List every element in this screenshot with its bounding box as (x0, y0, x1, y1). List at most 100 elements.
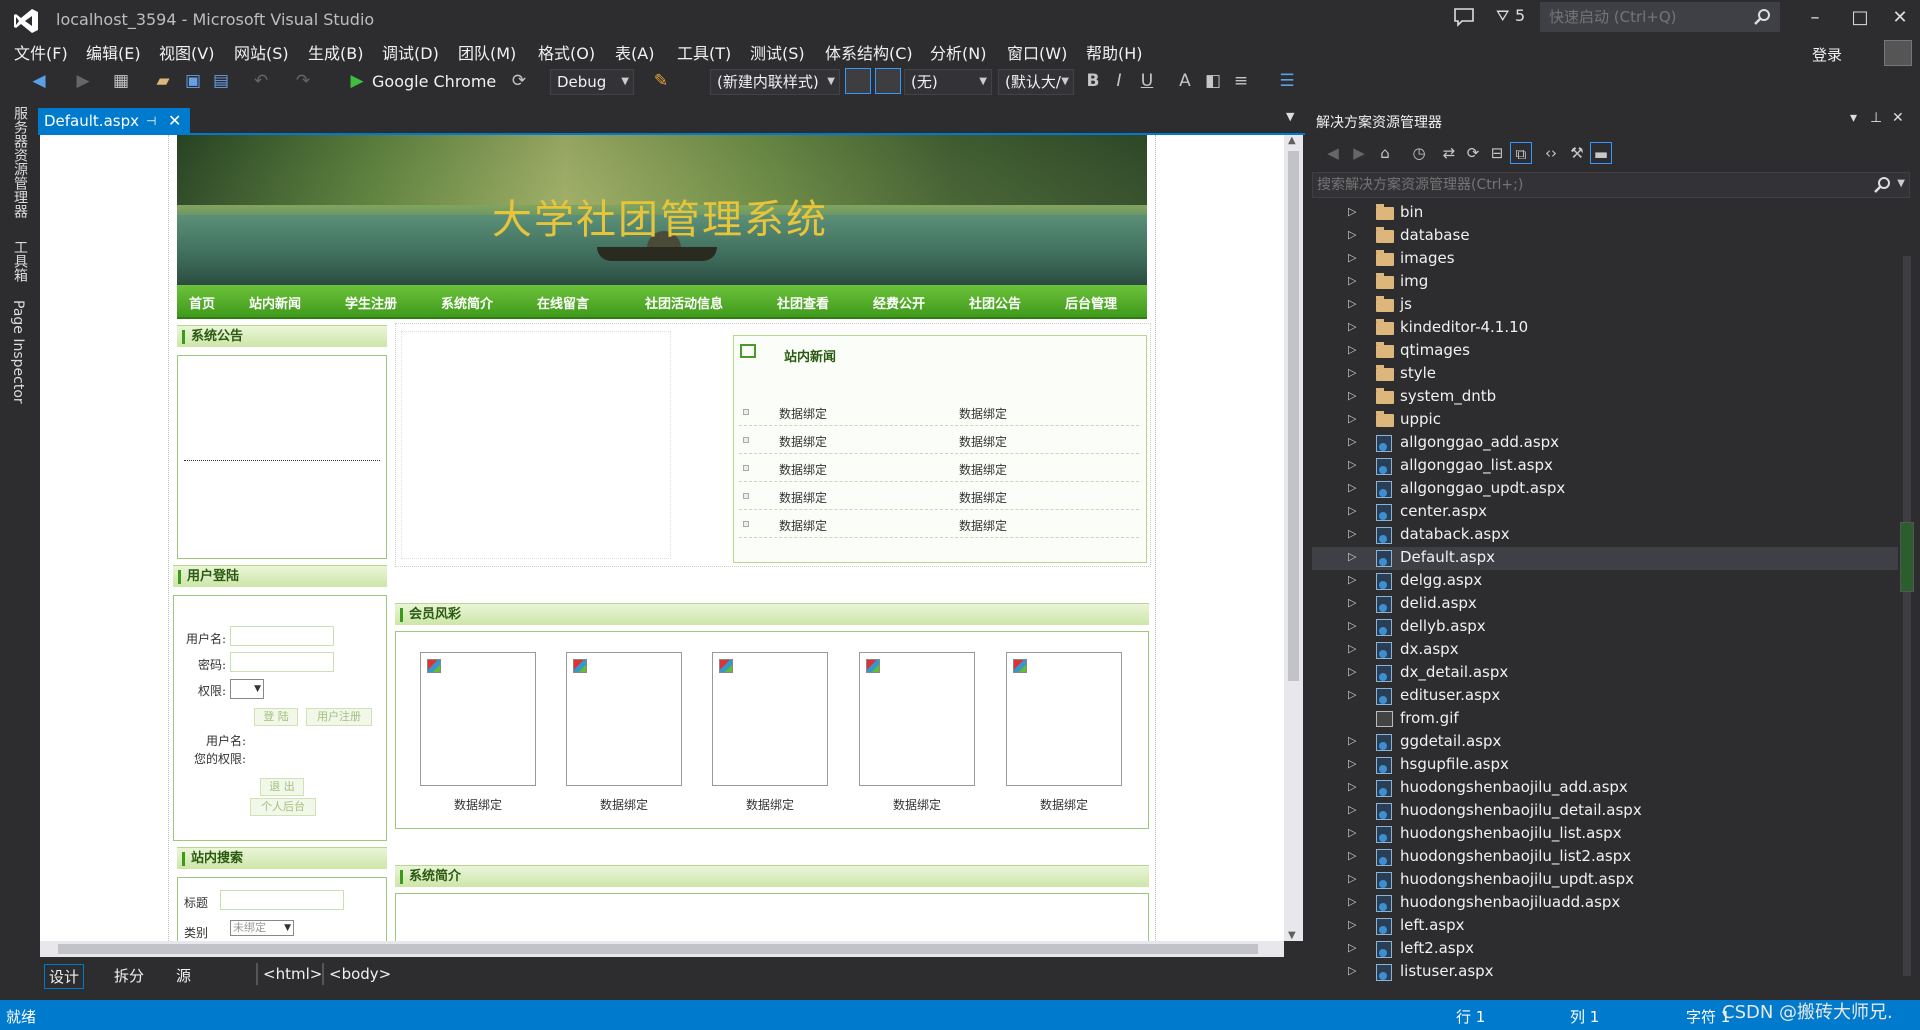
expand-arrow-icon[interactable]: ▷ (1348, 343, 1356, 356)
sign-in-link[interactable]: 登录 (1812, 44, 1842, 65)
design-view-tab[interactable]: 设计 (44, 964, 85, 989)
document-list-dropdown-icon[interactable]: ▼ (1286, 110, 1294, 123)
save-icon[interactable]: ▣ (182, 70, 204, 92)
back-icon[interactable]: ◀ (1322, 142, 1344, 164)
nav-activities[interactable]: 社团活动信息 (645, 293, 723, 312)
solution-item[interactable]: ▷ images (1312, 248, 1898, 271)
solution-item[interactable]: ▷ js (1312, 294, 1898, 317)
search-icon[interactable] (1753, 8, 1771, 26)
solution-search-input[interactable] (1313, 173, 1853, 197)
expand-arrow-icon[interactable]: ▷ (1348, 481, 1356, 494)
feedback-icon[interactable] (1452, 6, 1476, 28)
solution-item[interactable]: ▷ system_dntb (1312, 386, 1898, 409)
nav-admin[interactable]: 后台管理 (1065, 293, 1117, 312)
expand-arrow-icon[interactable]: ▷ (1348, 274, 1356, 287)
expand-arrow-icon[interactable]: ▷ (1348, 297, 1356, 310)
solution-item[interactable]: ▷ hsgupfile.aspx (1312, 754, 1898, 777)
solution-item[interactable]: ▷ huodongshenbaojilu_updt.aspx (1312, 869, 1898, 892)
refresh-browser-icon[interactable]: ⟳ (508, 70, 530, 92)
menu-window[interactable]: 窗口(W) (1007, 40, 1067, 64)
expand-arrow-icon[interactable]: ▷ (1348, 504, 1356, 517)
design-surface[interactable]: 大学社团管理系统 首页 站内新闻 学生注册 系统简介 在线留言 社团活动信息 社… (40, 135, 1284, 941)
user-avatar-icon[interactable] (1884, 40, 1912, 66)
background-color-icon[interactable]: ◧ (1202, 70, 1224, 92)
register-button[interactable]: 用户注册 (306, 708, 372, 726)
breadcrumb-body[interactable]: <body> (322, 963, 396, 985)
solution-item[interactable]: ▷ huodongshenbaojilu_add.aspx (1312, 777, 1898, 800)
expand-arrow-icon[interactable]: ▷ (1348, 780, 1356, 793)
expand-arrow-icon[interactable]: ▷ (1348, 550, 1356, 563)
collapse-all-icon[interactable]: ⊟ (1486, 142, 1508, 164)
solution-item[interactable]: ▷ dellyb.aspx (1312, 616, 1898, 639)
solution-item[interactable]: ▷ huodongshenbaojiluadd.aspx (1312, 892, 1898, 915)
expand-arrow-icon[interactable]: ▷ (1348, 849, 1356, 862)
expand-arrow-icon[interactable]: ▷ (1348, 527, 1356, 540)
menu-debug[interactable]: 调试(D) (382, 40, 439, 64)
solution-item[interactable]: ▷ dx.aspx (1312, 639, 1898, 662)
expand-arrow-icon[interactable]: ▷ (1348, 688, 1356, 701)
start-debugging-icon[interactable]: ▶ (346, 70, 368, 92)
solution-item[interactable]: ▷ bin (1312, 202, 1898, 225)
menu-file[interactable]: 文件(F) (14, 40, 68, 64)
menu-tools[interactable]: 工具(T) (677, 40, 731, 64)
member-caption[interactable]: 数据绑定 (859, 796, 975, 813)
solution-item[interactable]: ▷ style (1312, 363, 1898, 386)
search-title-input[interactable] (220, 890, 344, 910)
expand-arrow-icon[interactable]: ▷ (1348, 205, 1356, 218)
search-icon[interactable] (1873, 176, 1891, 194)
expand-arrow-icon[interactable]: ▷ (1348, 734, 1356, 747)
nav-guestbook[interactable]: 在线留言 (537, 293, 589, 312)
personal-backend-button[interactable]: 个人后台 (250, 798, 316, 816)
open-file-icon[interactable]: ▰ (152, 70, 174, 92)
solution-item[interactable]: ▷ edituser.aspx (1312, 685, 1898, 708)
undo-icon[interactable]: ↶ (250, 70, 272, 92)
nav-intro[interactable]: 系统简介 (441, 293, 493, 312)
breadcrumb-html[interactable]: <html> (256, 963, 327, 985)
block-selection-toggle[interactable] (845, 68, 871, 94)
solution-item[interactable]: ▷ left.aspx (1312, 915, 1898, 938)
forward-icon[interactable]: ▶ (72, 70, 94, 92)
auto-hide-pin-icon[interactable]: ⊥ (1870, 110, 1882, 126)
expand-arrow-icon[interactable]: ▷ (1348, 918, 1356, 931)
member-photo[interactable] (566, 652, 682, 786)
nav-news[interactable]: 站内新闻 (249, 293, 301, 312)
solution-item[interactable]: ▷ allgonggao_updt.aspx (1312, 478, 1898, 501)
menu-website[interactable]: 网站(S) (234, 40, 289, 64)
panel-options-icon[interactable]: ▾ (1850, 110, 1857, 126)
menu-help[interactable]: 帮助(H) (1086, 40, 1143, 64)
expand-arrow-icon[interactable]: ▷ (1348, 412, 1356, 425)
source-view-tab[interactable]: 源 (172, 964, 195, 987)
style-target-select[interactable]: (新建内联样式) ▼ (710, 69, 840, 95)
bullets-icon[interactable]: ☰ (1276, 70, 1298, 92)
solution-item[interactable]: ▷ listuser.aspx (1312, 961, 1898, 984)
solution-item[interactable]: ▷ allgonggao_add.aspx (1312, 432, 1898, 455)
expand-arrow-icon[interactable]: ▷ (1348, 251, 1356, 264)
preview-selected-icon[interactable]: ▬ (1590, 142, 1612, 164)
expand-arrow-icon[interactable]: ▷ (1348, 366, 1356, 379)
solution-configuration-select[interactable]: Debug ▼ (550, 69, 634, 95)
expand-arrow-icon[interactable]: ▷ (1348, 803, 1356, 816)
expand-arrow-icon[interactable]: ▷ (1348, 435, 1356, 448)
news-row-2-title[interactable]: 数据绑定 (779, 433, 827, 450)
solution-item[interactable]: ▷ huodongshenbaojilu_list2.aspx (1312, 846, 1898, 869)
username-input[interactable] (230, 626, 334, 646)
solution-item[interactable]: ▷ uppic (1312, 409, 1898, 432)
menu-view[interactable]: 视图(V) (159, 40, 214, 64)
font-name-select[interactable]: (默认大/▼ (998, 69, 1074, 95)
solution-item[interactable]: ▷ ggdetail.aspx (1312, 731, 1898, 754)
expand-arrow-icon[interactable]: ▷ (1348, 895, 1356, 908)
properties-icon[interactable]: ⚒ (1566, 142, 1588, 164)
italic-icon[interactable]: I (1108, 70, 1130, 92)
expand-arrow-icon[interactable]: ▷ (1348, 665, 1356, 678)
font-color-icon[interactable]: A (1174, 70, 1196, 92)
role-select[interactable]: ▼ (230, 679, 264, 699)
expand-arrow-icon[interactable]: ▷ (1348, 941, 1356, 954)
login-button[interactable]: 登 陆 (254, 708, 298, 726)
password-input[interactable] (230, 652, 334, 672)
expand-arrow-icon[interactable]: ▷ (1348, 228, 1356, 241)
expand-arrow-icon[interactable]: ▷ (1348, 573, 1356, 586)
nav-register[interactable]: 学生注册 (345, 293, 397, 312)
menu-analyze[interactable]: 分析(N) (930, 40, 986, 64)
forward-icon[interactable]: ▶ (1348, 142, 1370, 164)
solution-item[interactable]: ▷ center.aspx (1312, 501, 1898, 524)
